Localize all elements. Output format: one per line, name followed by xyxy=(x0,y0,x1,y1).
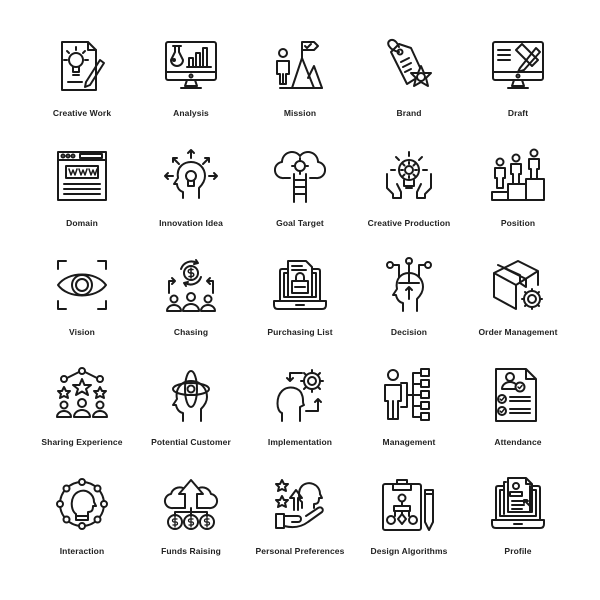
icon-card-interaction: Interaction xyxy=(27,476,137,576)
icon-label: Implementation xyxy=(267,437,333,447)
icon-card-profile: Profile xyxy=(463,476,573,576)
icon-card-attendance: Attendance xyxy=(463,367,573,467)
icon-label: Design Algorithms xyxy=(370,546,448,556)
icon-card-potential-customer: Potential Customer xyxy=(136,367,246,467)
icon-card-implementation: Implementation xyxy=(245,367,355,467)
icon-label: Funds Raising xyxy=(161,546,221,556)
icon-card-chasing: Chasing xyxy=(136,257,246,357)
icon-card-vision: Vision xyxy=(27,257,137,357)
icon-label: Sharing Experience xyxy=(41,437,123,447)
icon-card-design-algorithms: Design Algorithms xyxy=(354,476,464,576)
icon-label: Creative Work xyxy=(52,108,112,118)
icon-label: Vision xyxy=(69,327,95,337)
laptop-profile-document-icon xyxy=(490,476,546,532)
head-gear-arrows-icon xyxy=(272,367,328,423)
icon-card-management: Management xyxy=(354,367,464,467)
podium-people-icon xyxy=(490,148,546,204)
icon-label: Draft xyxy=(507,108,529,118)
icon-card-personal-preferences: Personal Preferences xyxy=(245,476,355,576)
icon-card-goal-target: Goal Target xyxy=(245,148,355,248)
icon-card-purchasing-list: Purchasing List xyxy=(245,257,355,357)
icon-label: Purchasing List xyxy=(267,327,333,337)
icon-card-brand: Brand xyxy=(354,38,464,138)
icon-card-mission: Mission xyxy=(245,38,355,138)
icon-grid: Creative Work Analysis Mission Brand Dra… xyxy=(27,38,573,578)
laptop-document-shopping-bag-icon xyxy=(272,257,328,313)
icon-label: Profile xyxy=(504,546,532,556)
cloud-target-ladder-icon xyxy=(272,148,328,204)
icon-label: Innovation Idea xyxy=(159,218,223,228)
icon-label: Brand xyxy=(396,108,422,118)
price-tag-star-dollar-icon xyxy=(381,38,437,94)
people-stars-network-icon xyxy=(54,367,110,423)
browser-www-icon xyxy=(54,148,110,204)
monitor-flask-bar-chart-icon xyxy=(163,38,219,94)
head-lightbulb-arrows-icon xyxy=(163,148,219,204)
lightbulb-document-pencil-icon xyxy=(54,38,110,94)
icon-label: Decision xyxy=(390,327,428,337)
person-hierarchy-icon xyxy=(381,367,437,423)
hand-head-stars-icon xyxy=(272,476,328,532)
icon-card-funds-raising: Funds Raising xyxy=(136,476,246,576)
eye-focus-frame-icon xyxy=(54,257,110,313)
head-network-ring-icon xyxy=(54,476,110,532)
icon-label: Personal Preferences xyxy=(255,546,345,556)
icon-label: Mission xyxy=(283,108,317,118)
icon-label: Potential Customer xyxy=(151,437,231,447)
people-dollar-cycle-icon xyxy=(163,257,219,313)
head-orbit-icon xyxy=(163,367,219,423)
icon-label: Order Management xyxy=(478,327,558,337)
icon-card-creative-production: Creative Production xyxy=(354,148,464,248)
icon-card-innovation-idea: Innovation Idea xyxy=(136,148,246,248)
icon-label: Creative Production xyxy=(367,218,451,228)
icon-label: Position xyxy=(500,218,536,228)
document-user-checklist-icon xyxy=(490,367,546,423)
icon-label: Management xyxy=(382,437,436,447)
icon-card-creative-work: Creative Work xyxy=(27,38,137,138)
icon-label: Chasing xyxy=(173,327,209,337)
icon-card-analysis: Analysis xyxy=(136,38,246,138)
icon-label: Analysis xyxy=(173,108,209,118)
clipboard-flowchart-pencil-icon xyxy=(381,476,437,532)
hands-lightbulb-gear-icon xyxy=(381,148,437,204)
icon-card-decision: Decision xyxy=(354,257,464,357)
icon-card-domain: Domain xyxy=(27,148,137,248)
cloud-arrow-dollar-coins-icon xyxy=(163,476,219,532)
person-mountain-flag-icon xyxy=(272,38,328,94)
icon-card-sharing-experience: Sharing Experience xyxy=(27,367,137,467)
icon-card-order-management: Order Management xyxy=(463,257,573,357)
icon-card-draft: Draft xyxy=(463,38,573,138)
box-gear-icon xyxy=(490,257,546,313)
icon-label: Domain xyxy=(66,218,98,228)
icon-card-position: Position xyxy=(463,148,573,248)
head-branching-arrow-icon xyxy=(381,257,437,313)
icon-label: Goal Target xyxy=(276,218,324,228)
icon-label: Attendance xyxy=(494,437,542,447)
icon-label: Interaction xyxy=(59,546,105,556)
monitor-ruler-pencil-icon xyxy=(490,38,546,94)
